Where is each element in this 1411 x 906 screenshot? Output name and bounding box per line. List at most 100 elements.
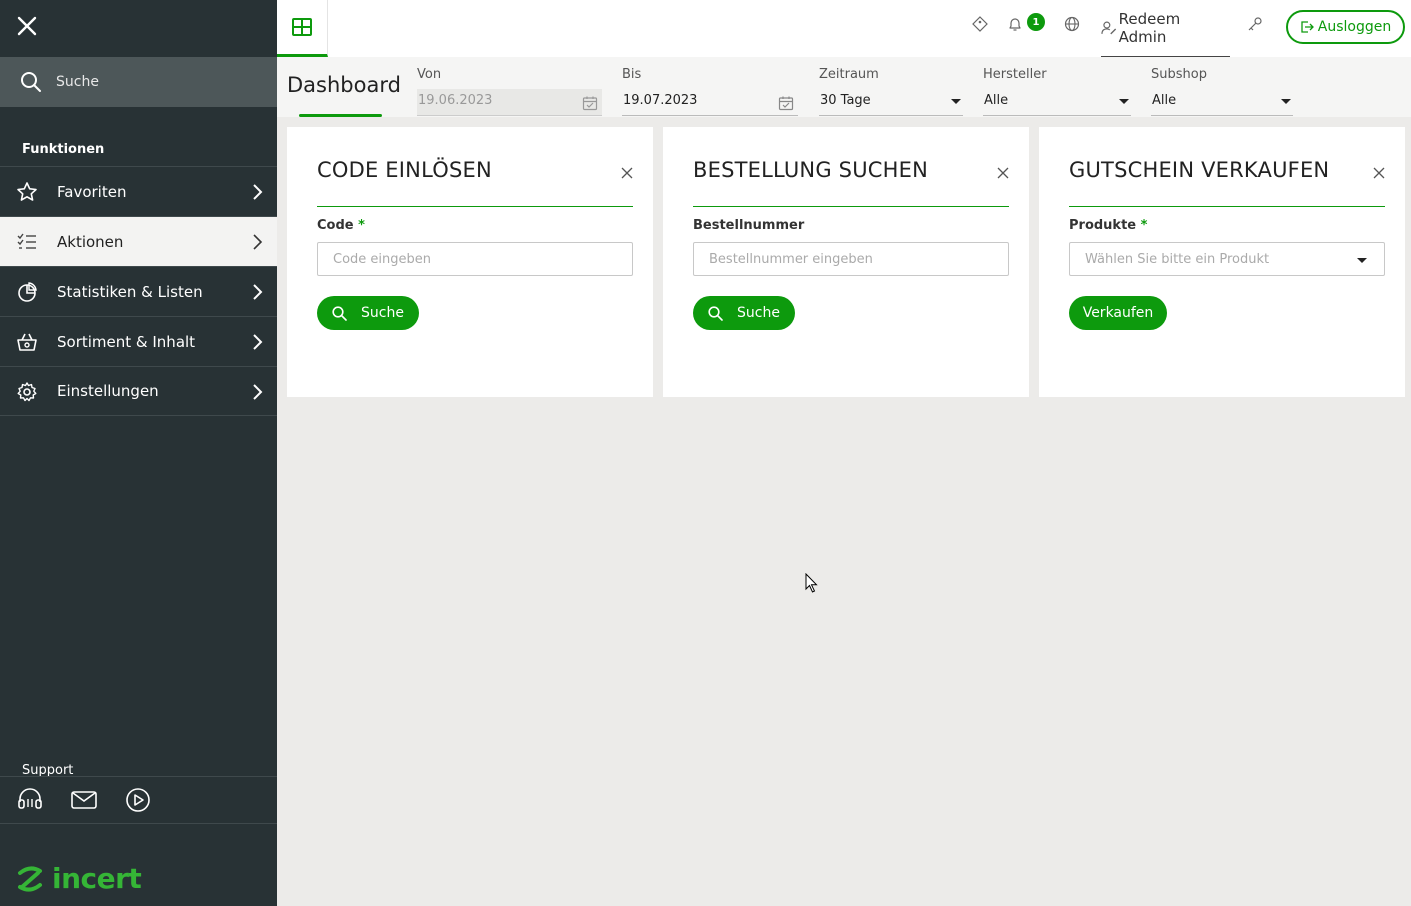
order-number-input[interactable] (693, 242, 1009, 276)
shopping-basket-icon (17, 333, 37, 351)
support-links (0, 776, 277, 824)
logout-label: Ausloggen (1317, 19, 1392, 35)
headset-icon[interactable] (16, 787, 44, 813)
caret-down-icon (1357, 258, 1367, 263)
sidebar-search-input[interactable] (56, 74, 236, 90)
calendar-icon[interactable] (778, 95, 794, 111)
code-field-label: Code * (317, 218, 365, 233)
filter-subshop-value: Alle (1152, 93, 1177, 108)
card-divider (1069, 206, 1385, 207)
search-icon (708, 305, 723, 321)
filter-von-label: Von (417, 67, 442, 82)
filter-zeitraum-value: 30 Tage (820, 93, 871, 108)
pie-chart-icon (18, 282, 37, 302)
filter-von: Von 19.06.2023 (417, 67, 602, 116)
filter-hersteller: Hersteller Alle (983, 67, 1131, 116)
caret-down-icon (951, 99, 961, 104)
page-title: Dashboard (287, 73, 401, 97)
filter-von-value: 19.06.2023 (418, 93, 493, 108)
sidebar-item-label: Favoriten (57, 182, 127, 201)
button-label: Verkaufen (1082, 305, 1154, 321)
logo-mark-icon (18, 865, 42, 892)
card-code-einloesen: CODE EINLÖSEN Code * Suche (287, 127, 653, 397)
filter-subshop: Subshop Alle (1151, 67, 1293, 116)
bell-icon[interactable] (1007, 16, 1023, 32)
sidebar-item-label: Aktionen (57, 232, 124, 251)
mail-icon[interactable] (70, 787, 98, 813)
filter-zeitraum-select[interactable]: 30 Tage (819, 89, 963, 116)
sidebar-item-aktionen[interactable]: Aktionen (0, 216, 277, 266)
filter-subshop-label: Subshop (1151, 67, 1207, 82)
caret-down-icon (1119, 99, 1129, 104)
order-field-label: Bestellnummer (693, 218, 805, 233)
user-edit-icon (1101, 21, 1117, 35)
close-icon[interactable] (621, 167, 633, 179)
filter-bis-value: 19.07.2023 (623, 93, 698, 108)
globe-icon[interactable] (1064, 16, 1080, 32)
filter-zeitraum: Zeitraum 30 Tage (819, 67, 963, 116)
chevron-right-icon (253, 384, 263, 400)
play-icon[interactable] (124, 787, 152, 813)
logout-button[interactable]: Ausloggen (1286, 10, 1405, 44)
sidebar-menu: Favoriten Aktionen Statistiken & Listen (0, 166, 277, 416)
close-icon[interactable] (1373, 167, 1385, 179)
filter-subshop-select[interactable]: Alle (1151, 89, 1293, 116)
user-name: Redeem Admin (1118, 10, 1181, 46)
filter-bar: Dashboard Von 19.06.2023 Bis 19.07.2023 … (277, 57, 1411, 117)
filter-zeitraum-label: Zeitraum (819, 67, 879, 82)
star-icon (17, 182, 37, 201)
card-title: CODE EINLÖSEN (317, 158, 492, 182)
sell-button[interactable]: Verkaufen (1069, 296, 1167, 330)
filter-bis-label: Bis (622, 67, 642, 82)
card-title: GUTSCHEIN VERKAUFEN (1069, 158, 1330, 182)
sidebar-item-label: Sortiment & Inhalt (57, 332, 196, 351)
checklist-icon (17, 233, 36, 249)
sidebar: Funktionen Favoriten Aktionen (0, 0, 277, 906)
code-search-button[interactable]: Suche (317, 296, 419, 330)
product-select-placeholder: Wählen Sie bitte ein Produkt (1085, 251, 1270, 267)
filter-hersteller-value: Alle (984, 93, 1009, 108)
filter-hersteller-label: Hersteller (983, 67, 1047, 82)
card-bestellung-suchen: BESTELLUNG SUCHEN Bestellnummer Suche (663, 127, 1029, 397)
section-label-functions: Funktionen (22, 142, 105, 157)
calendar-icon (582, 96, 598, 111)
title-underline (299, 114, 382, 117)
sidebar-item-statistiken[interactable]: Statistiken & Listen (0, 266, 277, 316)
caret-down-icon (1281, 99, 1291, 104)
dashboard-grid-icon (292, 18, 312, 36)
product-field-label: Produkte * (1069, 218, 1148, 233)
key-icon[interactable] (1247, 16, 1263, 32)
card-title: BESTELLUNG SUCHEN (693, 158, 929, 182)
order-search-button[interactable]: Suche (693, 296, 795, 330)
close-icon[interactable] (16, 15, 38, 37)
sidebar-item-label: Einstellungen (57, 382, 159, 400)
card-divider (317, 206, 633, 207)
filter-von-input[interactable]: 19.06.2023 (417, 89, 602, 116)
tab-dashboard[interactable] (277, 0, 328, 57)
button-label: Suche (737, 305, 780, 321)
user-menu[interactable]: Redeem Admin (1101, 0, 1230, 58)
sidebar-item-favoriten[interactable]: Favoriten (0, 166, 277, 216)
filter-bis: Bis 19.07.2023 (622, 67, 798, 116)
button-label: Suche (361, 305, 404, 321)
incert-logo: incert (16, 862, 142, 895)
tag-icon[interactable] (972, 16, 988, 32)
sidebar-search (0, 57, 277, 107)
card-gutschein-verkaufen: GUTSCHEIN VERKAUFEN Produkte * Wählen Si… (1039, 127, 1405, 397)
search-icon (21, 72, 41, 92)
filter-hersteller-select[interactable]: Alle (983, 89, 1131, 116)
product-select[interactable]: Wählen Sie bitte ein Produkt (1069, 242, 1385, 276)
chevron-right-icon (253, 184, 263, 200)
sidebar-item-sortiment[interactable]: Sortiment & Inhalt (0, 316, 277, 366)
chevron-right-icon (253, 334, 263, 350)
filter-bis-input[interactable]: 19.07.2023 (622, 89, 798, 116)
card-divider (693, 206, 1009, 207)
code-input[interactable] (317, 242, 633, 276)
notification-badge: 1 (1027, 13, 1045, 31)
logout-icon (1301, 21, 1314, 33)
close-icon[interactable] (997, 167, 1009, 179)
sidebar-item-einstellungen[interactable]: Einstellungen (0, 366, 277, 416)
sidebar-item-label: Statistiken & Listen (57, 282, 203, 301)
search-icon (332, 305, 347, 321)
mouse-cursor-icon (805, 573, 818, 593)
